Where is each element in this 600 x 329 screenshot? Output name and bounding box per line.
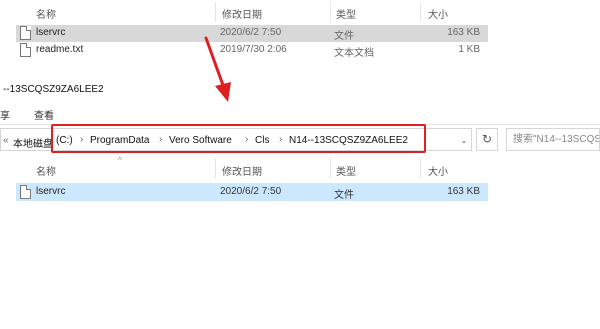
- column-header-name[interactable]: 名称: [36, 163, 56, 178]
- column-header-type[interactable]: 类型: [336, 6, 356, 21]
- file-icon: [20, 26, 31, 40]
- ribbon-divider: [0, 124, 600, 125]
- column-header-size[interactable]: 大小: [428, 163, 448, 178]
- explorer-window: --13SCQSZ9ZA6LEE2 享 查看 « 本地磁盘 (C:) › Pro…: [0, 79, 600, 329]
- window-gap: [0, 75, 600, 78]
- breadcrumb-current-folder[interactable]: N14--13SCQSZ9ZA6LEE2: [289, 135, 408, 146]
- breadcrumb-cls[interactable]: Cls: [255, 135, 269, 146]
- file-name: readme.txt: [36, 44, 84, 55]
- chevron-right-icon[interactable]: ›: [159, 134, 162, 145]
- bottom-column-header: ^ 名称 修改日期 类型 大小: [0, 156, 600, 178]
- column-divider[interactable]: [215, 2, 216, 22]
- column-header-date[interactable]: 修改日期: [222, 163, 262, 178]
- file-size: 163 KB: [447, 186, 480, 197]
- top-column-header: 名称 修改日期 类型 大小: [0, 0, 600, 22]
- column-divider[interactable]: [330, 2, 331, 22]
- column-header-date[interactable]: 修改日期: [222, 6, 262, 21]
- column-divider[interactable]: [330, 158, 331, 178]
- chevron-right-icon[interactable]: ›: [279, 134, 282, 145]
- column-divider[interactable]: [420, 2, 421, 22]
- search-box[interactable]: [506, 128, 600, 151]
- column-divider[interactable]: [215, 158, 216, 178]
- file-row-lservrc-selected[interactable]: lservrc 2020/6/2 7:50 文件 163 KB: [16, 183, 488, 201]
- chevron-right-icon[interactable]: ›: [80, 134, 83, 145]
- file-type: 文件: [334, 31, 354, 42]
- column-header-type[interactable]: 类型: [336, 163, 356, 178]
- column-header-name[interactable]: 名称: [36, 6, 56, 21]
- address-bar[interactable]: « 本地磁盘 (C:) › ProgramData › Vero Softwar…: [0, 128, 472, 151]
- file-row-lservrc[interactable]: lservrc 2020/6/2 7:50 文件 163 KB: [16, 25, 488, 42]
- ribbon-tab-share[interactable]: 享: [0, 107, 10, 122]
- breadcrumb-programdata[interactable]: ProgramData: [90, 135, 149, 146]
- file-size: 1 KB: [458, 44, 480, 55]
- file-size: 163 KB: [447, 27, 480, 38]
- search-input[interactable]: [507, 129, 599, 150]
- breadcrumb-vero-software[interactable]: Vero Software: [169, 135, 232, 146]
- annotation-arrow-icon: [204, 36, 231, 102]
- window-title: --13SCQSZ9ZA6LEE2: [3, 84, 104, 95]
- address-row: « 本地磁盘 (C:) › ProgramData › Vero Softwar…: [0, 126, 600, 154]
- refresh-icon[interactable]: ↻: [476, 128, 498, 151]
- column-divider[interactable]: [420, 158, 421, 178]
- file-name: lservrc: [36, 186, 66, 197]
- ribbon-tab-view[interactable]: 查看: [34, 107, 54, 122]
- file-icon: [20, 185, 31, 199]
- title-bar[interactable]: --13SCQSZ9ZA6LEE2: [0, 79, 600, 99]
- sort-ascending-icon: ^: [118, 156, 122, 165]
- file-name: lservrc: [36, 27, 66, 38]
- file-row-readme[interactable]: readme.txt 2019/7/30 2:06 文本文档 1 KB: [16, 42, 488, 59]
- file-type: 文本文档: [334, 48, 374, 59]
- file-date: 2020/6/2 7:50: [220, 186, 282, 197]
- text-file-icon: [20, 43, 31, 57]
- back-chevron-icon[interactable]: «: [3, 135, 9, 146]
- address-dropdown-icon[interactable]: ⌄: [457, 132, 471, 150]
- top-file-list-window: 名称 修改日期 类型 大小 lservrc 2020/6/2 7:50 文件 1…: [0, 0, 600, 75]
- file-type: 文件: [334, 190, 354, 201]
- chevron-right-icon[interactable]: ›: [245, 134, 248, 145]
- breadcrumb-drive-c[interactable]: (C:): [56, 135, 73, 146]
- column-header-size[interactable]: 大小: [428, 6, 448, 21]
- breadcrumb-local-disk[interactable]: 本地磁盘: [13, 135, 53, 150]
